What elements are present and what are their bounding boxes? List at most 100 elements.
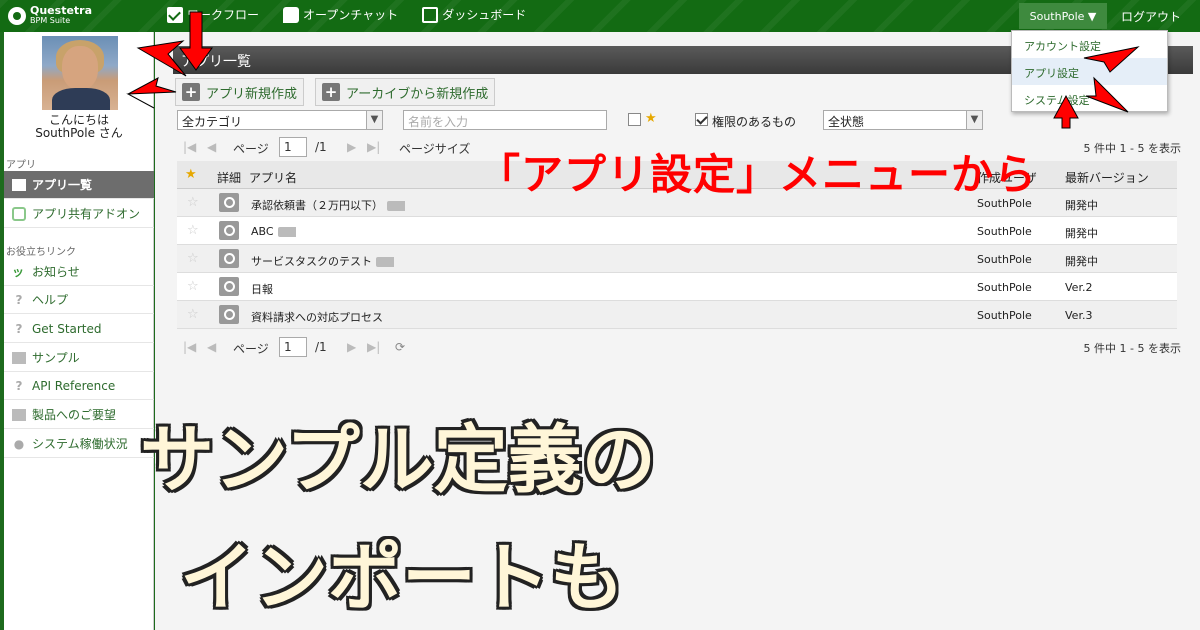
help-icon: ? [15, 378, 23, 393]
sidebar-item-label: お知らせ [32, 265, 80, 279]
last-page-icon[interactable]: ▶| [367, 140, 380, 154]
detail-icon[interactable] [219, 193, 239, 212]
sidebar-item-label: Get Started [32, 321, 102, 336]
top-bar: Questetra BPM Suite ワークフロー オープンチャット ダッシュ… [0, 0, 1200, 32]
detail-icon[interactable] [219, 249, 239, 268]
table-row[interactable]: ☆ サービスタスクのテスト SouthPole 開発中 [177, 245, 1177, 273]
detail-icon[interactable] [219, 305, 239, 324]
next-page-icon[interactable]: ▶ [347, 340, 356, 354]
nav-open-chat[interactable]: オープンチャット [283, 6, 398, 23]
top-nav: ワークフロー オープンチャット ダッシュボード [167, 6, 526, 23]
user-menu-button[interactable]: SouthPole ▼ [1019, 3, 1107, 29]
sidebar-item-label: アプリ共有アドオン [32, 207, 141, 221]
sidebar-item-app-list[interactable]: アプリ一覧 [4, 171, 154, 199]
annotation-big-line1: サンプル定義の [140, 417, 656, 503]
avatar [42, 36, 118, 110]
sidebar-item-app-addon[interactable]: アプリ共有アドオン [4, 200, 154, 228]
star-icon[interactable]: ☆ [187, 195, 199, 210]
table-row[interactable]: ☆ 資料請求への対応プロセス SouthPole Ver.3 [177, 301, 1177, 329]
greeting: こんにちは SouthPole さん [4, 114, 154, 140]
questetra-logo[interactable]: Questetra BPM Suite [8, 4, 92, 28]
new-from-archive-label: アーカイブから新規作成 [346, 86, 489, 102]
star-icon[interactable]: ☆ [187, 307, 199, 322]
tag-icon [387, 201, 405, 211]
prev-page-icon[interactable]: ◀ [207, 340, 216, 354]
sidebar-item-get-started[interactable]: ? Get Started [4, 315, 154, 343]
pager-summary: 5 件中 1 - 5 を表示 [1083, 142, 1181, 155]
col-version[interactable]: 最新バージョン [1065, 169, 1149, 186]
table-row[interactable]: ☆ 日報 SouthPole Ver.2 [177, 273, 1177, 301]
chevron-down-icon: ▼ [366, 111, 382, 129]
chevron-down-icon: ▼ [966, 111, 982, 129]
annotation-red-caption: 「アプリ設定」メニューから [478, 150, 1038, 199]
detail-icon[interactable] [219, 277, 239, 296]
permission-checkbox[interactable] [695, 113, 708, 126]
new-app-label: アプリ新規作成 [206, 86, 298, 102]
menu-item-system-settings[interactable]: システム設定 [1012, 85, 1167, 112]
help-icon: ? [15, 321, 23, 336]
pager-bottom: |◀ ◀ ページ 1 /1 ▶ ▶| ⟳ 5 件中 1 - 5 を表示 [177, 336, 1181, 360]
favorite-checkbox[interactable] [628, 113, 641, 126]
filter-row: 全カテゴリ ▼ 名前を入力 ★ 権限のあるもの 全状態 ▼ [177, 110, 1187, 132]
addon-icon [12, 206, 26, 221]
col-detail: 詳細 [217, 171, 242, 185]
next-page-icon[interactable]: ▶ [347, 140, 356, 154]
new-app-button[interactable]: + アプリ新規作成 [175, 78, 305, 106]
sidebar-item-label: API Reference [32, 378, 116, 393]
nav-open-chat-label: オープンチャット [303, 8, 399, 22]
permission-label: 権限のあるもの [712, 115, 797, 129]
table-row[interactable]: ☆ ABC SouthPole 開発中 [177, 217, 1177, 245]
app-list-icon [12, 178, 26, 191]
sidebar-item-api-reference[interactable]: ? API Reference [4, 372, 154, 400]
nav-workflow-label: ワークフロー [187, 8, 260, 22]
name-search-input[interactable]: 名前を入力 [403, 110, 607, 130]
star-icon[interactable]: ☆ [187, 223, 199, 238]
logo-icon [8, 7, 26, 25]
greeting-user: SouthPole さん [35, 126, 123, 140]
page-input[interactable]: 1 [279, 137, 307, 157]
sidebar-section-links: お役立ちリンク [6, 247, 76, 258]
page-size-select[interactable]: ページサイズ [399, 140, 470, 157]
request-icon [12, 408, 26, 421]
sidebar-item-label: 製品へのご要望 [32, 408, 117, 422]
sidebar-item-label: サンプル [32, 351, 80, 365]
check-icon [167, 6, 183, 23]
nav-dashboard[interactable]: ダッシュボード [422, 6, 526, 23]
tag-icon [376, 257, 394, 267]
sidebar: こんにちは SouthPole さん アプリ アプリ一覧 アプリ共有アドオン お… [4, 32, 154, 630]
sidebar-item-news[interactable]: ッ お知らせ [4, 258, 154, 286]
status-select[interactable]: 全状態 ▼ [823, 110, 983, 130]
dashboard-icon [422, 6, 439, 23]
star-icon[interactable]: ☆ [187, 251, 199, 266]
detail-icon[interactable] [219, 221, 239, 240]
logout-link[interactable]: ログアウト [1121, 8, 1181, 25]
col-app-name[interactable]: アプリ名 [249, 169, 297, 186]
tag-icon [277, 227, 296, 237]
prev-page-icon[interactable]: ◀ [207, 140, 216, 154]
last-page-icon[interactable]: ▶| [367, 340, 380, 354]
star-icon[interactable]: ☆ [187, 279, 199, 294]
sample-icon [12, 351, 26, 364]
star-icon: ★ [645, 111, 657, 126]
chat-icon [283, 6, 300, 23]
sidebar-item-sample[interactable]: サンプル [4, 344, 154, 372]
sidebar-item-help[interactable]: ? ヘルプ [4, 286, 154, 314]
refresh-icon[interactable]: ⟳ [395, 340, 405, 354]
pager-summary: 5 件中 1 - 5 を表示 [1083, 342, 1181, 355]
menu-item-app-settings[interactable]: アプリ設定 [1012, 58, 1167, 85]
plus-icon: + [182, 83, 200, 101]
first-page-icon[interactable]: |◀ [183, 340, 196, 354]
new-from-archive-button[interactable]: + アーカイブから新規作成 [315, 78, 496, 106]
plus-icon: + [322, 83, 340, 101]
sidebar-item-label: アプリ一覧 [32, 178, 93, 192]
menu-item-account-settings[interactable]: アカウント設定 [1012, 31, 1167, 58]
star-icon[interactable]: ★ [185, 167, 197, 182]
category-select[interactable]: 全カテゴリ ▼ [177, 110, 383, 130]
page-input[interactable]: 1 [279, 337, 307, 357]
first-page-icon[interactable]: |◀ [183, 140, 196, 154]
logo-title: Questetra [30, 4, 93, 17]
nav-workflow[interactable]: ワークフロー [167, 6, 259, 23]
sidebar-item-system-status[interactable]: ● システム稼働状況 [4, 430, 154, 458]
sidebar-item-feature-request[interactable]: 製品へのご要望 [4, 401, 154, 429]
news-icon: ッ [12, 265, 25, 279]
